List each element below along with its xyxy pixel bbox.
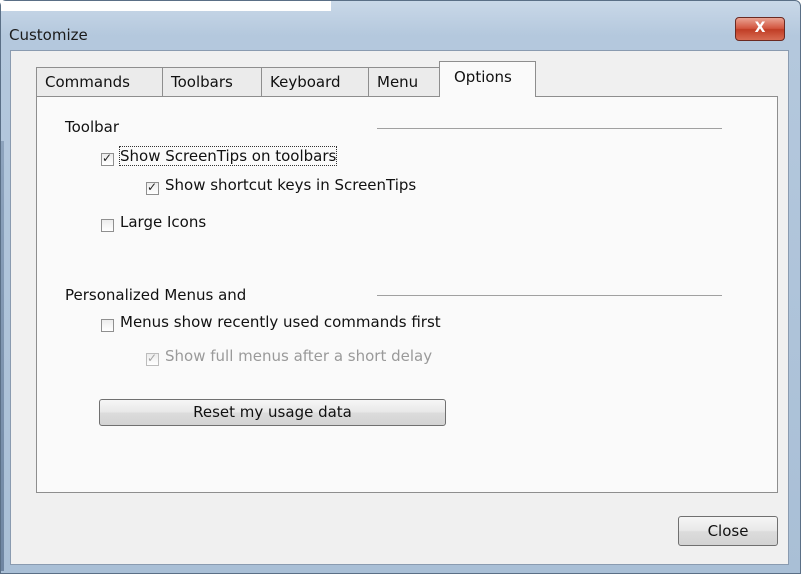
- tab-keyboard[interactable]: Keyboard: [261, 67, 369, 96]
- top-strip: [1, 1, 331, 11]
- full-menus-delay-checkbox: [146, 351, 159, 366]
- window-edge-strip: [1, 141, 4, 571]
- tab-label: Keyboard: [270, 73, 341, 91]
- tab-commands[interactable]: Commands: [36, 67, 163, 96]
- tab-options[interactable]: Options: [439, 61, 536, 97]
- tab-label: Commands: [45, 73, 130, 91]
- toolbar-group-label: Toolbar: [65, 118, 120, 136]
- large-icons-label[interactable]: Large Icons: [120, 213, 206, 231]
- recent-commands-first-label[interactable]: Menus show recently used commands first: [120, 313, 441, 331]
- menus-group-divider: [377, 295, 722, 296]
- show-screentips-checkbox[interactable]: [101, 151, 114, 166]
- tab-label: Menu: [377, 73, 419, 91]
- recent-commands-first-checkbox[interactable]: [101, 319, 114, 332]
- show-screentips-label[interactable]: Show ScreenTips on toolbars: [118, 146, 338, 166]
- show-shortcut-keys-label[interactable]: Show shortcut keys in ScreenTips: [165, 176, 416, 194]
- menus-group-label: Personalized Menus and: [65, 286, 247, 304]
- tab-label: Options: [454, 68, 512, 86]
- window-close-button[interactable]: X: [735, 17, 785, 41]
- full-menus-delay-label: Show full menus after a short delay: [165, 347, 433, 365]
- window-title: Customize: [9, 26, 88, 44]
- toolbar-group-divider: [377, 128, 722, 129]
- close-button[interactable]: Close: [678, 516, 778, 546]
- customize-dialog: Customize X Commands Toolbars Keyboard M…: [0, 0, 801, 574]
- large-icons-checkbox[interactable]: [101, 219, 114, 232]
- tab-toolbars[interactable]: Toolbars: [162, 67, 262, 96]
- tab-label: Toolbars: [171, 73, 233, 91]
- reset-usage-data-button[interactable]: Reset my usage data: [99, 399, 446, 426]
- show-shortcut-keys-checkbox[interactable]: [146, 180, 159, 195]
- tab-menu[interactable]: Menu: [368, 67, 440, 96]
